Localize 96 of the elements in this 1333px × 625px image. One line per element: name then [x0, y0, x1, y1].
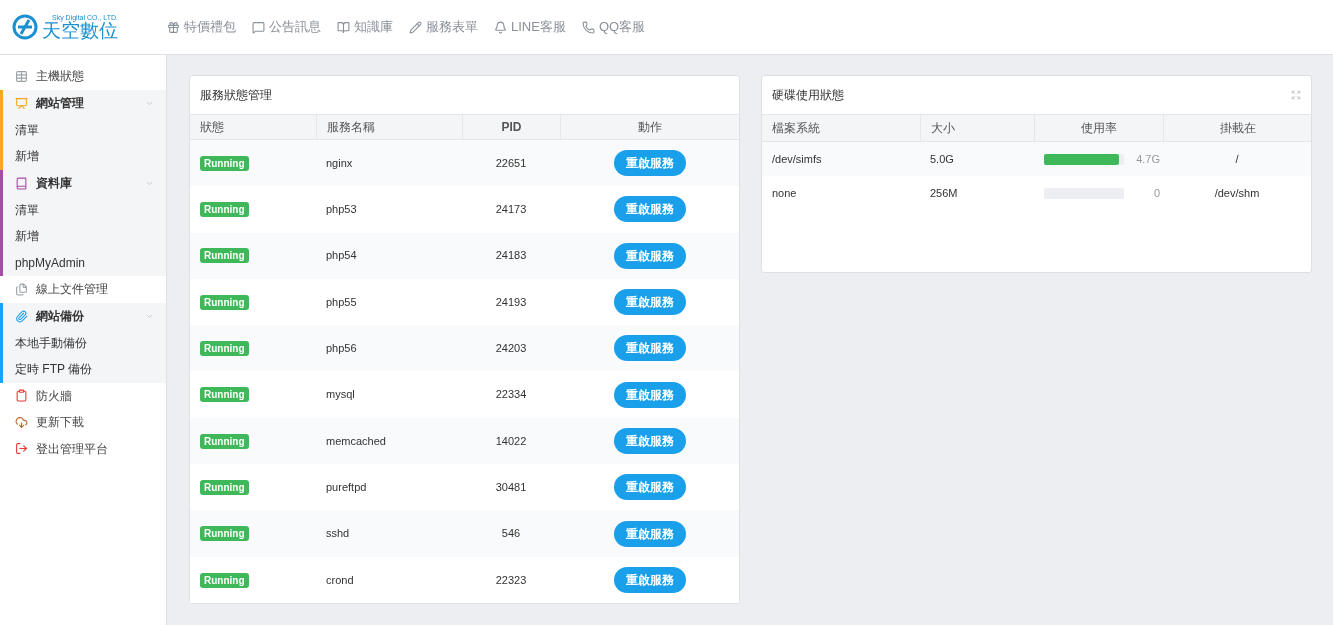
sidebar-group-header[interactable]: 資料庫 [3, 169, 166, 197]
restart-button[interactable]: 重啟服務 [613, 335, 686, 362]
restart-button[interactable]: 重啟服務 [613, 242, 686, 269]
sidebar-subitem[interactable]: 清單 [3, 116, 166, 143]
column-header: PID [462, 115, 560, 139]
service-name: php53 [326, 203, 357, 216]
panel-title: 硬碟使用狀態 [772, 87, 844, 104]
sidebar-item[interactable]: 更新下載 [0, 409, 166, 436]
mount-text: / [1235, 152, 1239, 165]
nav-link[interactable]: QQ客服 [581, 17, 646, 37]
restart-button[interactable]: 重啟服務 [613, 381, 686, 408]
sidebar-item[interactable]: 線上文件管理 [0, 276, 166, 303]
column-header: 掛載在 [1163, 115, 1311, 141]
pid-text: 14022 [495, 434, 527, 447]
status-badge: Running [200, 202, 249, 218]
panel-title: 服務狀態管理 [199, 87, 273, 104]
column-header: 使用率 [1034, 115, 1163, 141]
restart-button[interactable]: 重啟服務 [613, 150, 686, 177]
status-badge: Running [200, 155, 249, 171]
sidebar-subitem[interactable]: 定時 FTP 備份 [3, 356, 166, 383]
paperclip-icon [15, 309, 28, 323]
expand-icon[interactable] [1291, 90, 1301, 100]
restart-button[interactable]: 重啟服務 [613, 427, 686, 454]
pid-text: 22651 [495, 156, 527, 169]
sidebar-item[interactable]: 登出管理平台 [0, 435, 166, 462]
pid-text: 22323 [495, 573, 527, 586]
sidebar-group-header[interactable]: 網站備份 [3, 302, 166, 330]
used-text: 0 [1152, 185, 1160, 201]
service-name: php55 [326, 295, 357, 308]
size-text: 5.0G [930, 152, 954, 165]
column-header: 服務名稱 [316, 115, 462, 139]
phone-icon [581, 20, 595, 34]
filesystem-text: none [772, 186, 797, 199]
restart-button[interactable]: 重啟服務 [613, 196, 686, 223]
pencil-icon [409, 20, 422, 34]
cloud-download-icon [15, 415, 28, 429]
size-text: 256M [930, 186, 958, 199]
sidebar-subitem[interactable]: 新增 [3, 223, 166, 250]
sidebar-subitem[interactable]: phpMyAdmin [3, 249, 166, 276]
column-header: 檔案系統 [771, 120, 821, 137]
status-badge: Running [200, 433, 249, 449]
pid-text: 22334 [495, 388, 527, 401]
nav-link[interactable]: 特價禮包 [167, 17, 236, 37]
pid-text: 24203 [495, 342, 527, 355]
pid-text: 30481 [495, 480, 527, 493]
nav-link[interactable]: LINE客服 [494, 17, 566, 37]
service-name: nginx [326, 156, 353, 169]
restart-button[interactable]: 重啟服務 [613, 520, 686, 547]
pid-text: 24173 [495, 203, 527, 216]
status-badge: Running [200, 248, 249, 264]
book-icon [15, 176, 28, 190]
service-name: php54 [326, 249, 357, 262]
column-header: 大小 [920, 115, 1034, 141]
bell-icon [494, 20, 507, 34]
chat-icon [252, 20, 265, 34]
service-name: php56 [326, 342, 357, 355]
status-badge: Running [200, 572, 249, 588]
sidebar-item[interactable]: 主機狀態 [0, 63, 166, 90]
status-badge: Running [200, 526, 249, 542]
column-header: 狀態 [199, 119, 225, 136]
restart-button[interactable]: 重啟服務 [613, 566, 686, 593]
service-name: crond [326, 573, 354, 586]
service-name: sshd [326, 527, 350, 540]
pid-text: 546 [501, 527, 521, 540]
pid-text: 24183 [495, 249, 527, 262]
service-name: memcached [326, 434, 386, 447]
service-name: mysql [326, 388, 355, 401]
column-header: 動作 [560, 115, 739, 139]
status-badge: Running [200, 294, 249, 310]
used-text: 4.7G [1135, 151, 1160, 167]
service-name: pureftpd [326, 480, 367, 493]
files-icon [15, 282, 28, 296]
table-icon [15, 69, 28, 83]
status-badge: Running [200, 341, 249, 357]
restart-button[interactable]: 重啟服務 [613, 289, 686, 316]
pid-text: 24193 [495, 295, 527, 308]
book-icon [337, 20, 350, 34]
sidebar-subitem[interactable]: 清單 [3, 196, 166, 223]
restart-button[interactable]: 重啟服務 [613, 474, 686, 501]
nav-link[interactable]: 服務表單 [409, 17, 478, 37]
sidebar-group-header[interactable]: 網站管理 [3, 89, 166, 117]
filesystem-text: /dev/simfs [772, 152, 822, 165]
sidebar-subitem[interactable]: 新增 [3, 143, 166, 170]
nav-link[interactable]: 公告訊息 [252, 17, 321, 37]
logo-icon [12, 14, 38, 40]
status-badge: Running [200, 387, 249, 403]
logout-icon [15, 442, 28, 456]
status-badge: Running [200, 479, 249, 495]
mount-text: /dev/shm [1214, 186, 1260, 199]
sidebar-subitem[interactable]: 本地手動備份 [3, 329, 166, 356]
clipboard-icon [15, 389, 28, 403]
sidebar-item[interactable]: 防火牆 [0, 382, 166, 409]
gift-icon [167, 20, 180, 34]
easel-icon [15, 96, 28, 110]
logo-name: 天空數位 [42, 21, 118, 40]
nav-link[interactable]: 知識庫 [337, 17, 393, 37]
